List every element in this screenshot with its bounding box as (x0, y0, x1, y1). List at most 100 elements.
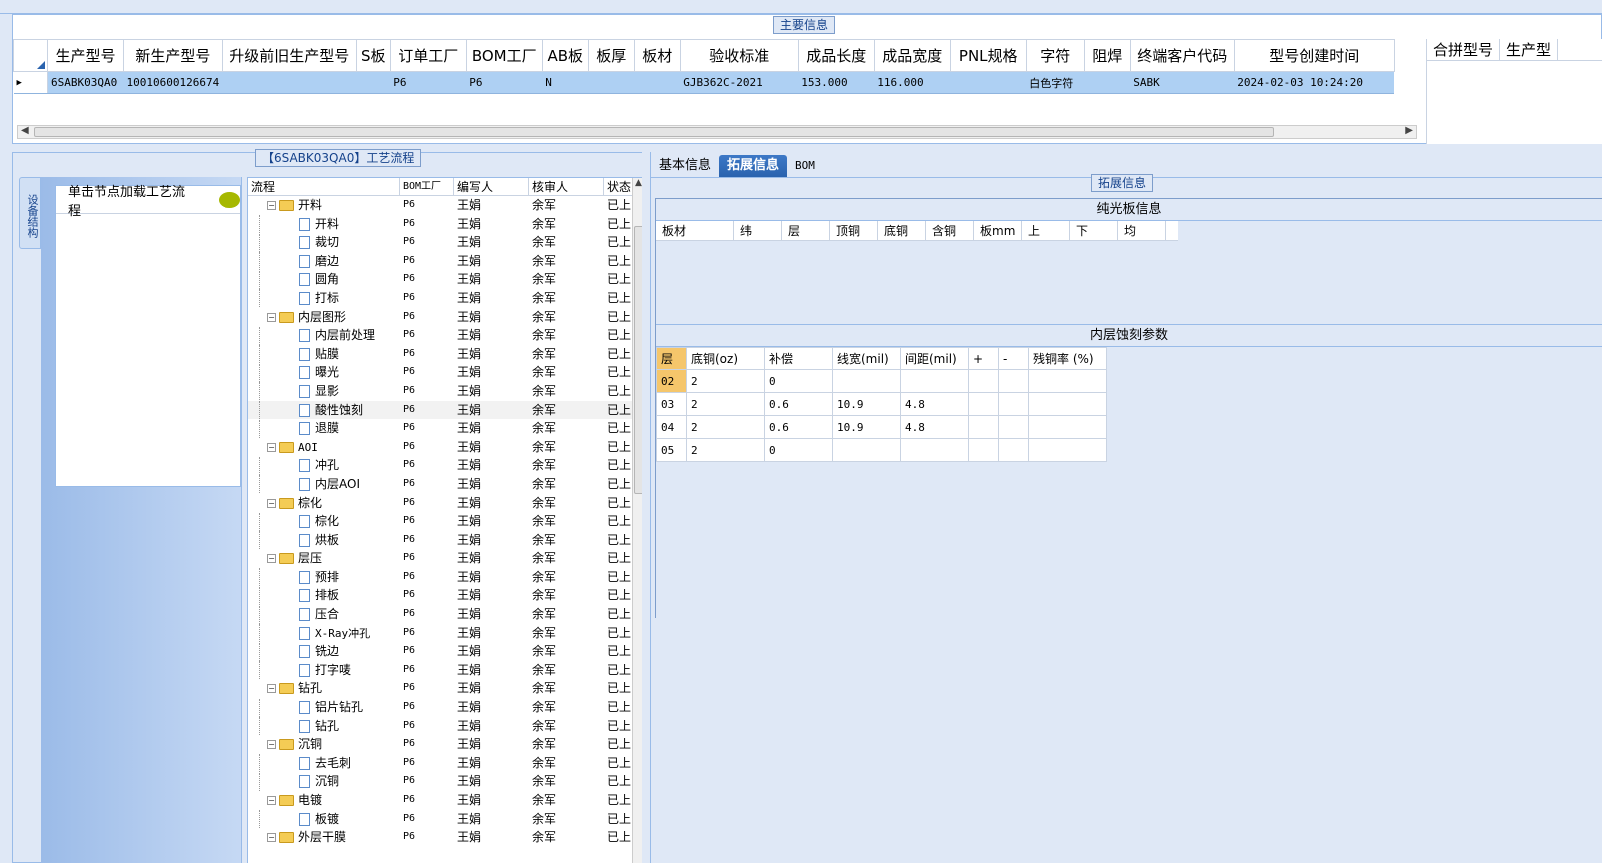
etch-cell[interactable]: 10.9 (832, 415, 901, 439)
tree-node-row[interactable]: 板镀P6王娟余军已上网 (248, 810, 646, 829)
tree-node-row[interactable]: 酸性蚀刻P6王娟余军已上网 (248, 400, 646, 420)
main-col-header[interactable]: 板材 (633, 39, 681, 72)
bare-board-col-header[interactable]: 顶铜 (830, 221, 878, 240)
main-col-header[interactable]: 订单工厂 (389, 39, 467, 72)
tree-node[interactable]: 压合 (248, 605, 400, 624)
tree-node-row[interactable]: 压合P6王娟余军已上网 (248, 605, 646, 624)
collapse-icon[interactable]: − (267, 312, 276, 322)
tab-basic-info[interactable]: 基本信息 (651, 155, 719, 177)
main-col-header[interactable]: 成品长度 (797, 39, 875, 72)
tree-node[interactable]: 退膜 (248, 419, 400, 438)
main-cell[interactable]: 白色字符 (1026, 71, 1085, 94)
etch-cell[interactable] (968, 415, 999, 439)
main-col-header[interactable]: 型号创建时间 (1233, 39, 1395, 72)
tree-node-row[interactable]: 棕化P6王娟余军已上网 (248, 512, 646, 531)
tree-node-row[interactable]: 排板P6王娟余军已上网 (248, 586, 646, 605)
tree-node[interactable]: − 沉铜 (248, 735, 400, 754)
center-splitter[interactable] (642, 152, 650, 863)
bare-board-col-header[interactable]: 纬 (734, 221, 782, 240)
scroll-right-icon[interactable]: ▶ (1405, 125, 1413, 136)
tree-node[interactable]: 冲孔 (248, 456, 400, 475)
main-cell[interactable]: 153.000 (798, 71, 875, 94)
etch-cell[interactable]: 0 (764, 369, 833, 393)
tree-node[interactable]: − 棕化 (248, 494, 400, 513)
etch-cell[interactable]: 2 (686, 369, 765, 393)
tree-node[interactable]: − AOI (248, 438, 400, 457)
tree-node[interactable]: 板镀 (248, 810, 400, 829)
etch-cell[interactable] (1028, 438, 1107, 462)
bare-board-col-header[interactable]: 上 (1022, 221, 1070, 240)
main-col-header[interactable]: 字符 (1025, 39, 1085, 72)
collapse-icon[interactable]: − (267, 554, 276, 564)
process-tree[interactable]: 流程BOM工厂编写人核审人状态 −开料P6王娟余军已上网开料P6王娟余军已上网裁… (247, 177, 647, 863)
tree-node[interactable]: 内层前处理 (248, 326, 400, 345)
merge-col-header[interactable]: 生产型 (1500, 39, 1559, 60)
tree-node-row[interactable]: 烘板P6王娟余军已上网 (248, 531, 646, 550)
main-col-header[interactable]: 新生产型号 (123, 39, 223, 72)
main-col-header[interactable]: 板厚 (587, 39, 635, 72)
main-data-row[interactable]: ▶ 6SABK03QA0 10010600126674 P6 P6 N GJB362C-2… (13, 71, 1395, 94)
tab-extended-info[interactable]: 拓展信息 (719, 155, 788, 177)
tree-node[interactable]: 磨边 (248, 252, 400, 271)
tree-col-header[interactable]: 编写人 (454, 178, 529, 195)
etch-cell[interactable] (998, 392, 1029, 416)
tree-node-row[interactable]: 冲孔P6王娟余军已上网 (248, 456, 646, 475)
main-cell[interactable] (222, 71, 357, 94)
tree-col-header[interactable]: 核审人 (529, 178, 604, 195)
collapse-icon[interactable]: − (267, 833, 276, 843)
tree-node-row[interactable]: 预排P6王娟余军已上网 (248, 568, 646, 587)
etch-col-header[interactable]: 底铜(oz) (686, 347, 765, 370)
collapse-icon[interactable]: − (267, 442, 276, 452)
collapse-icon[interactable]: − (267, 740, 276, 750)
etch-cell[interactable]: 4.8 (900, 392, 969, 416)
etch-col-header[interactable]: 间距(mil) (900, 347, 969, 370)
main-col-header[interactable]: AB板 (541, 39, 589, 72)
bare-board-col-header[interactable]: 含铜 (926, 221, 974, 240)
tree-folder-row[interactable]: −外层干膜P6王娟余军已上网 (248, 828, 646, 847)
tree-node[interactable]: − 钻孔 (248, 679, 400, 698)
tree-node[interactable]: 铝片钻孔 (248, 698, 400, 717)
etch-cell[interactable] (968, 369, 999, 393)
etch-cell[interactable]: 04 (656, 415, 687, 439)
main-col-header[interactable]: S板 (355, 39, 391, 72)
main-cell[interactable] (356, 71, 391, 94)
tree-node-row[interactable]: 铝片钻孔P6王娟余军已上网 (248, 698, 646, 717)
etch-col-header[interactable]: 残铜率 (%) (1028, 347, 1107, 370)
main-cell[interactable]: SABK (1130, 71, 1235, 94)
collapse-icon[interactable]: − (267, 796, 276, 805)
main-col-header[interactable]: 升级前旧生产型号 (221, 39, 357, 72)
scroll-up-icon[interactable]: ▲ (635, 178, 642, 188)
tree-node[interactable]: 排板 (248, 586, 400, 605)
etch-cell[interactable] (1028, 415, 1107, 439)
etch-cell[interactable] (832, 438, 901, 462)
tree-node-row[interactable]: 打标P6王娟余军已上网 (248, 289, 646, 308)
main-cell[interactable] (1084, 71, 1131, 94)
tree-node[interactable]: − 层压 (248, 549, 400, 568)
tree-node[interactable]: − 电镀 (248, 791, 400, 810)
collapse-icon[interactable]: − (267, 498, 276, 508)
main-col-header[interactable]: 生产型号 (47, 39, 124, 72)
main-col-header[interactable]: 验收标准 (679, 39, 799, 72)
etch-cell[interactable]: 0 (764, 438, 833, 462)
bare-board-col-header[interactable]: 板材 (656, 221, 734, 240)
tree-node-row[interactable]: 铣边P6王娟余军已上网 (248, 642, 646, 661)
tree-folder-row[interactable]: −内层图形P6王娟余军已上网 (248, 308, 646, 327)
tree-node[interactable]: 打字唛 (248, 661, 400, 680)
tree-node-row[interactable]: 内层AOIP6王娟余军已上网 (248, 475, 646, 494)
tree-node[interactable]: 裁切 (248, 233, 400, 252)
etch-cell[interactable] (1028, 392, 1107, 416)
main-col-header[interactable]: 阻焊 (1083, 39, 1131, 72)
etch-cell[interactable]: 0.6 (764, 392, 833, 416)
tree-folder-row[interactable]: −AOIP6王娟余军已上网 (248, 438, 646, 457)
tree-col-header[interactable]: BOM工厂 (400, 178, 454, 195)
tree-node-row[interactable]: 显影P6王娟余军已上网 (248, 382, 646, 401)
equipment-structure-tab[interactable]: 设备结构 (19, 177, 41, 249)
tree-node-row[interactable]: 圆角P6王娟余军已上网 (248, 270, 646, 289)
row-selector-header[interactable] (13, 39, 48, 72)
main-cell[interactable]: N (542, 71, 589, 94)
tree-node[interactable]: 打标 (248, 289, 400, 308)
main-col-header[interactable]: 终端客户代码 (1129, 39, 1235, 72)
tree-node-row[interactable]: 磨边P6王娟余军已上网 (248, 252, 646, 271)
bare-board-col-header[interactable]: 底铜 (878, 221, 926, 240)
etch-col-header[interactable]: 补偿 (764, 347, 833, 370)
